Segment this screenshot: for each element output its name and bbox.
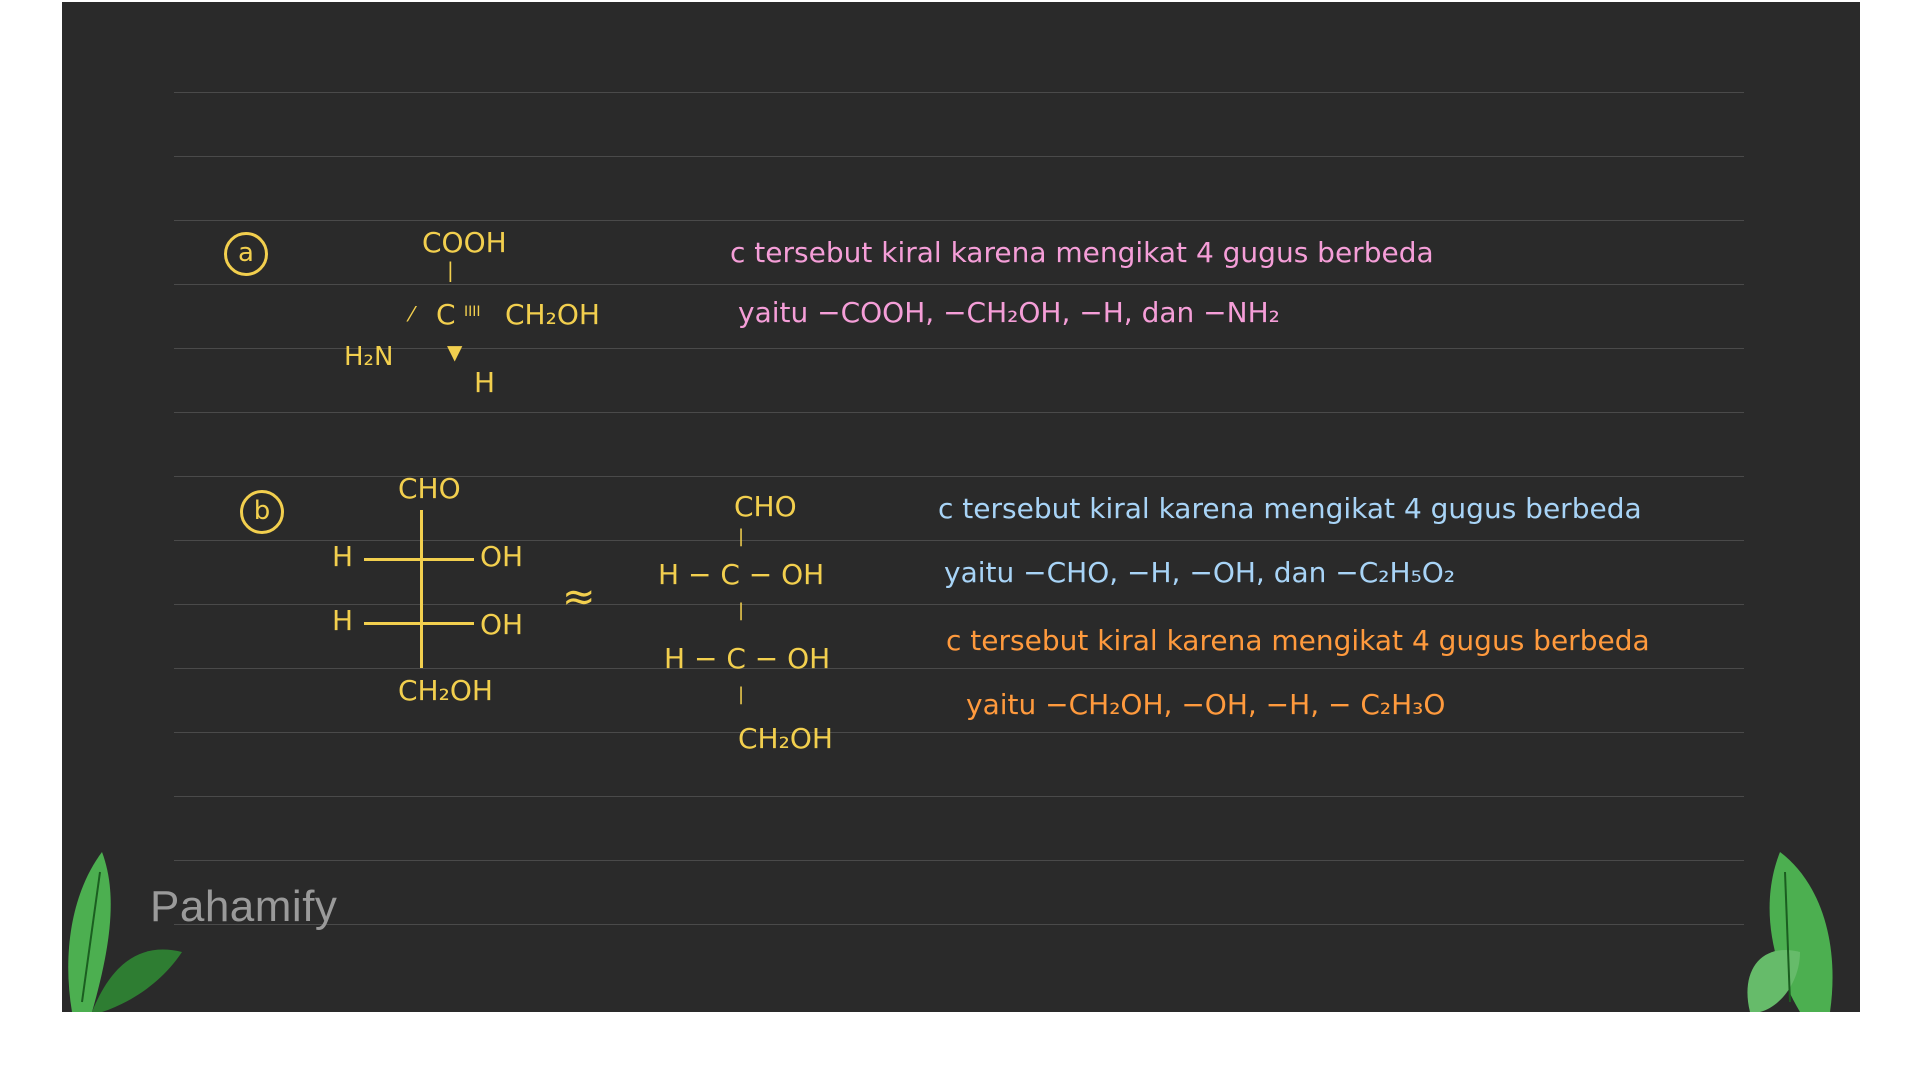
pahamify-logo: Pahamify xyxy=(150,882,338,931)
fischer-horizontal xyxy=(364,558,474,561)
cho-label: CHO xyxy=(398,472,461,505)
explanation-line: c tersebut kiral karena mengikat 4 gugus… xyxy=(730,236,1434,269)
rule-line xyxy=(174,924,1744,925)
rule-line xyxy=(174,668,1744,669)
part-a-marker: a xyxy=(224,232,268,276)
explanation-line: yaitu −COOH, −CH₂OH, −H, dan −NH₂ xyxy=(738,296,1280,329)
explanation-line: c tersebut kiral karena mengikat 4 gugus… xyxy=(938,492,1642,525)
rule-line xyxy=(174,412,1744,413)
rule-line xyxy=(174,220,1744,221)
approx-symbol: ≈ xyxy=(562,574,596,620)
h2n-label: H₂N xyxy=(344,342,394,372)
rule-line xyxy=(174,156,1744,157)
cho-label: CHO xyxy=(734,490,797,523)
carbon-row: H − C − OH xyxy=(664,642,831,675)
carbon-row: H − C − OH xyxy=(658,558,825,591)
oh-label: OH xyxy=(480,608,524,641)
whiteboard: a COOH | ⁄ C IIII CH₂OH H₂N ▼ H c terseb… xyxy=(62,2,1860,1012)
rule-line xyxy=(174,796,1744,797)
part-b-marker: b xyxy=(240,490,284,534)
bond-line: | xyxy=(738,600,745,621)
bond-line: | xyxy=(738,684,745,705)
leaf-decoration-right xyxy=(1747,852,1833,1012)
cooh-label: COOH xyxy=(422,226,507,259)
explanation-line: yaitu −CH₂OH, −OH, −H, − C₂H₃O xyxy=(966,688,1446,721)
explanation-line: c tersebut kiral karena mengikat 4 gugus… xyxy=(946,624,1650,657)
rule-line xyxy=(174,604,1744,605)
rule-line xyxy=(174,284,1744,285)
bond-line: | xyxy=(738,526,745,547)
ch2oh-label: CH₂OH xyxy=(505,298,600,331)
fischer-horizontal xyxy=(364,622,474,625)
h-label: H xyxy=(332,540,354,573)
rule-line xyxy=(174,348,1744,349)
ch2oh-label: CH₂OH xyxy=(398,674,493,707)
solid-wedge: ▼ xyxy=(447,340,463,364)
h-label: H xyxy=(332,604,354,637)
explanation-line: yaitu −CHO, −H, −OH, dan −C₂H₅O₂ xyxy=(944,556,1456,589)
chiral-carbon: C xyxy=(436,298,456,331)
rule-line xyxy=(174,732,1744,733)
rule-line xyxy=(174,860,1744,861)
ch2oh-label: CH₂OH xyxy=(738,722,833,755)
rule-line xyxy=(174,92,1744,93)
oh-label: OH xyxy=(480,540,524,573)
rule-line xyxy=(174,540,1744,541)
bond-line: ⁄ xyxy=(410,302,414,326)
h-label: H xyxy=(474,366,496,399)
bond-line: | xyxy=(447,258,454,282)
fischer-vertical xyxy=(420,510,423,668)
hashed-wedge: IIII xyxy=(464,304,481,320)
